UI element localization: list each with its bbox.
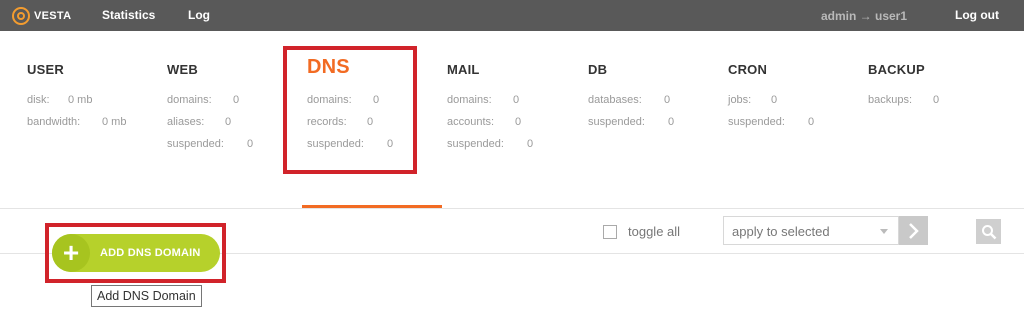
stat-value: 0 (527, 138, 534, 150)
logo[interactable]: VESTA (12, 7, 71, 25)
stat-row: domains: 0 (447, 89, 577, 111)
stat-label: suspended: (167, 138, 224, 150)
stat-value: 0 (808, 116, 815, 128)
mail-stats: domains: 0 accounts: 0 suspended: 0 (447, 89, 577, 155)
chevron-right-icon (908, 222, 919, 239)
panel-mail[interactable]: MAIL domains: 0 accounts: 0 suspended: 0 (447, 62, 533, 150)
stat-label: accounts: (447, 116, 495, 128)
stat-row: jobs: 0 (728, 89, 858, 111)
panel-db[interactable]: DB databases: 0 suspended: 0 (588, 62, 674, 128)
stat-label: suspended: (588, 116, 645, 128)
nav-log[interactable]: Log (188, 8, 210, 22)
stat-value: 0 (247, 138, 254, 150)
user-stats: disk: 0 mb bandwidth: 0 mb (27, 89, 157, 133)
dns-highlight-box (283, 46, 417, 174)
logo-text: VESTA (34, 10, 72, 22)
divider (0, 208, 1024, 209)
stat-value: 0 (233, 94, 240, 106)
panel-cron[interactable]: CRON jobs: 0 suspended: 0 (728, 62, 814, 128)
stat-row: suspended: 0 (588, 111, 718, 133)
stat-label: disk: (27, 94, 50, 106)
search-icon (981, 224, 996, 239)
top-bar: VESTA Statistics Log admin → user1 Log o… (0, 0, 1024, 31)
search-button[interactable] (976, 219, 1001, 244)
stat-row: domains: 0 (167, 89, 297, 111)
user-info[interactable]: admin → user1 (821, 9, 907, 23)
panel-title-mail[interactable]: MAIL (447, 62, 480, 78)
stat-value: 0 mb (68, 94, 93, 106)
add-dns-domain-button[interactable]: + ADD DNS DOMAIN (52, 234, 220, 272)
web-stats: domains: 0 aliases: 0 suspended: 0 (167, 89, 297, 155)
nav-statistics[interactable]: Statistics (102, 8, 155, 22)
stat-label: bandwidth: (27, 116, 81, 128)
stat-label: suspended: (728, 116, 785, 128)
panel-title-backup[interactable]: BACKUP (868, 62, 925, 78)
caret-down-icon (880, 229, 888, 234)
stat-row: suspended: 0 (728, 111, 858, 133)
stat-row: bandwidth: 0 mb (27, 111, 157, 133)
stat-label: backups: (868, 94, 913, 106)
stat-label: suspended: (447, 138, 504, 150)
stat-row: databases: 0 (588, 89, 718, 111)
stat-value: 0 mb (102, 116, 127, 128)
panel-title-db[interactable]: DB (588, 62, 607, 78)
stat-row: disk: 0 mb (27, 89, 157, 111)
stat-value: 0 (515, 116, 522, 128)
stat-value: 0 (664, 94, 671, 106)
toggle-all-checkbox[interactable] (603, 225, 617, 239)
panel-title-web[interactable]: WEB (167, 62, 198, 78)
bulk-action-select[interactable]: apply to selected (723, 216, 899, 245)
panel-user[interactable]: USER disk: 0 mb bandwidth: 0 mb (27, 62, 126, 128)
stat-label: aliases: (167, 116, 205, 128)
panel-title-user[interactable]: USER (27, 62, 64, 78)
backup-stats: backups: 0 (868, 89, 998, 111)
vesta-logo-icon (12, 7, 30, 25)
stat-label: jobs: (728, 94, 752, 106)
stat-value: 0 (771, 94, 778, 106)
stat-row: accounts: 0 (447, 111, 577, 133)
bulk-action-value: apply to selected (732, 224, 830, 239)
panel-title-cron[interactable]: CRON (728, 62, 767, 78)
stat-row: backups: 0 (868, 89, 998, 111)
stat-label: domains: (447, 94, 492, 106)
add-button-tooltip: Add DNS Domain (91, 285, 202, 307)
add-button-label: ADD DNS DOMAIN (100, 247, 201, 259)
stat-row: suspended: 0 (447, 133, 577, 155)
panel-backup[interactable]: BACKUP backups: 0 (868, 62, 939, 106)
stat-label: domains: (167, 94, 212, 106)
db-stats: databases: 0 suspended: 0 (588, 89, 718, 133)
stat-value: 0 (225, 116, 232, 128)
toggle-all-label[interactable]: toggle all (628, 224, 680, 239)
stat-label: databases: (588, 94, 642, 106)
plus-icon: + (52, 234, 90, 272)
stat-value: 0 (513, 94, 520, 106)
stat-row: suspended: 0 (167, 133, 297, 155)
apply-button[interactable] (899, 216, 928, 245)
stat-row: aliases: 0 (167, 111, 297, 133)
stat-value: 0 (668, 116, 675, 128)
stat-value: 0 (933, 94, 940, 106)
logout-link[interactable]: Log out (955, 8, 999, 22)
cron-stats: jobs: 0 suspended: 0 (728, 89, 858, 133)
panel-web[interactable]: WEB domains: 0 aliases: 0 suspended: 0 (167, 62, 253, 150)
